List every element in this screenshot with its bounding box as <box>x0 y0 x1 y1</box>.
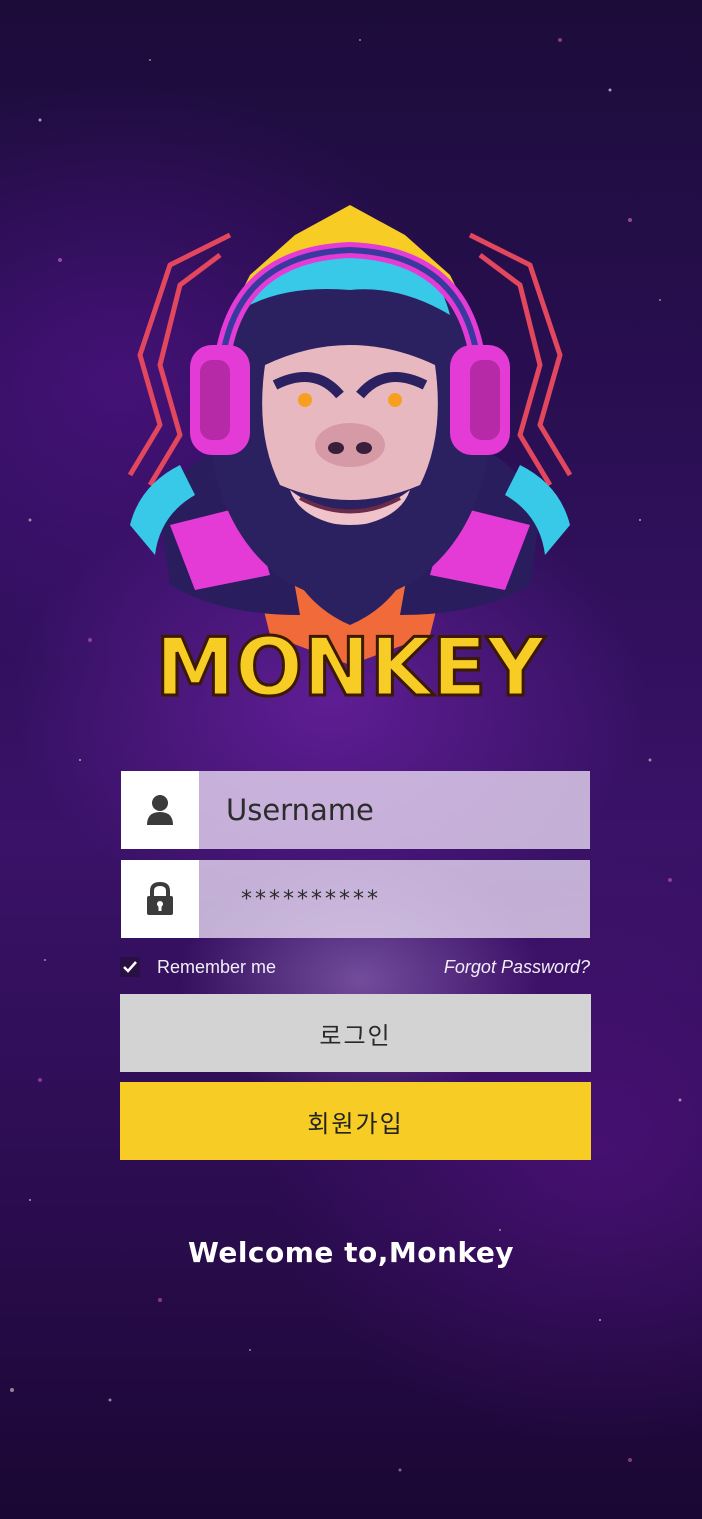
forgot-password-link[interactable]: Forgot Password? <box>444 957 590 978</box>
signup-button[interactable]: 회원가입 <box>120 1082 591 1160</box>
username-field[interactable]: Username <box>121 771 590 849</box>
check-icon <box>123 961 137 973</box>
brand-text: MONKEY <box>155 621 545 714</box>
user-icon <box>147 795 173 825</box>
lock-icon <box>147 882 173 915</box>
login-screen: MONKEY Username ********** Remember me F… <box>0 0 702 1519</box>
username-input[interactable]: Username <box>199 771 590 849</box>
login-button[interactable]: 로그인 <box>120 994 591 1072</box>
remember-me-checkbox[interactable] <box>120 957 140 977</box>
password-input[interactable]: ********** <box>199 860 590 938</box>
monkey-mascot-icon: MONKEY <box>127 205 573 715</box>
password-field[interactable]: ********** <box>121 860 590 938</box>
lock-icon-box <box>121 860 199 938</box>
remember-me[interactable]: Remember me <box>120 957 276 978</box>
welcome-text: Welcome to,Monkey <box>187 1236 515 1269</box>
remember-me-label: Remember me <box>157 956 277 977</box>
login-options: Remember me Forgot Password? <box>120 952 590 982</box>
user-icon-box <box>121 771 199 849</box>
monkey-logo: MONKEY <box>100 195 600 715</box>
